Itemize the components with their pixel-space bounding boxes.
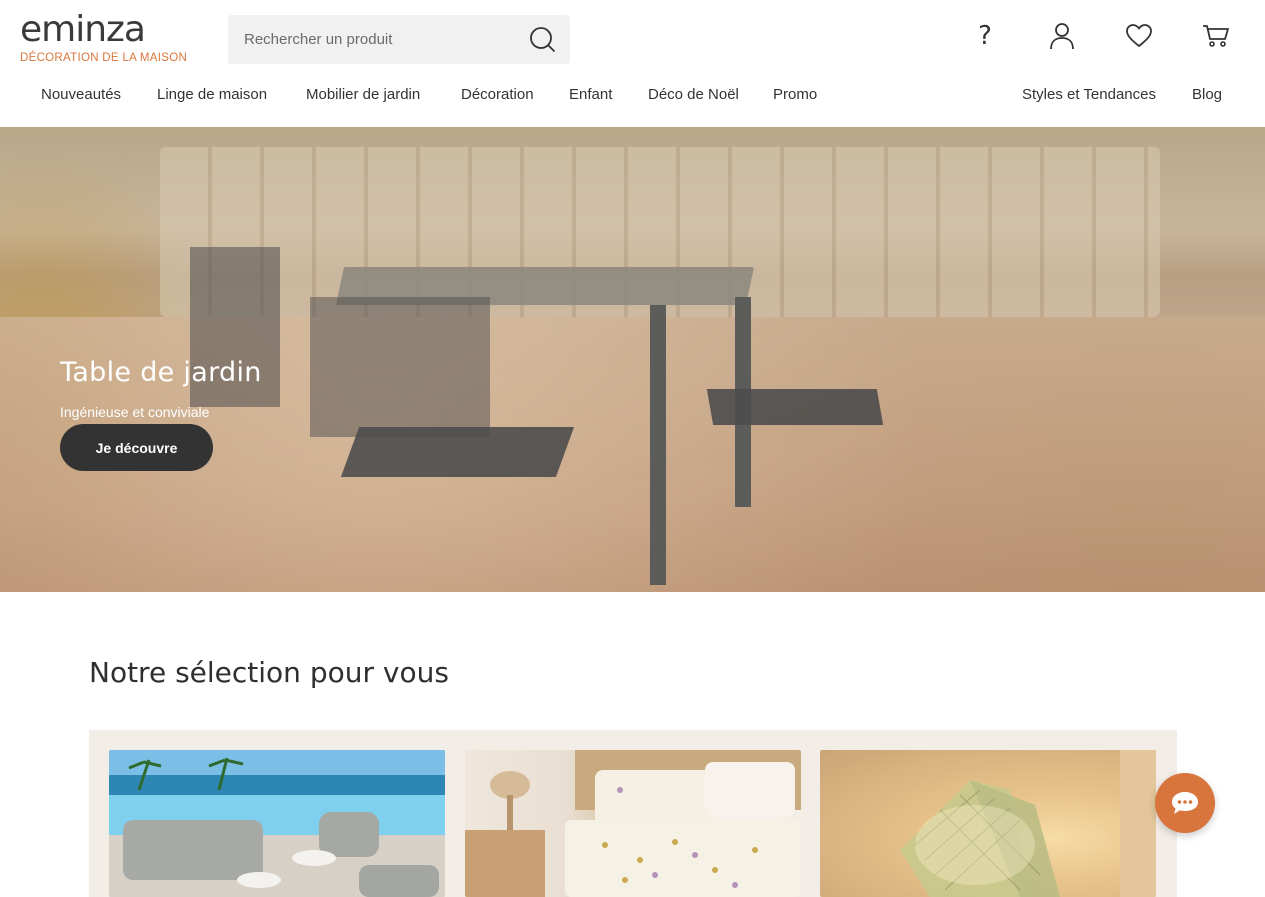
outdoor-lounge-image — [109, 750, 445, 897]
nav-item-deco-de-noel[interactable]: Déco de Noël — [648, 86, 739, 103]
heart-glyph — [1126, 24, 1152, 47]
rattan-lamp-image — [900, 750, 1156, 897]
main-nav: Nouveautés Linge de maison Mobilier de j… — [0, 86, 1265, 112]
bed-linen-image — [465, 750, 801, 897]
search-icon — [530, 27, 555, 52]
nav-item-enfant[interactable]: Enfant — [569, 86, 612, 103]
garden-table-leg — [650, 305, 666, 585]
chat-button[interactable] — [1155, 773, 1215, 833]
garden-chair — [310, 297, 490, 437]
search-bar — [228, 15, 570, 64]
wishlist-icon[interactable] — [1123, 20, 1155, 52]
logo-wordmark: eminza — [20, 9, 146, 50]
account-icon[interactable] — [1046, 20, 1078, 52]
discover-button[interactable]: Je découvre — [60, 424, 213, 471]
nav-item-decoration[interactable]: Décoration — [461, 86, 534, 103]
cart-glyph — [1203, 25, 1229, 47]
nav-item-blog[interactable]: Blog — [1192, 86, 1222, 103]
product-card-rattan-lamp[interactable] — [820, 750, 1156, 897]
search-button[interactable] — [528, 25, 558, 55]
nav-item-nouveautes[interactable]: Nouveautés — [41, 86, 121, 103]
logo[interactable]: eminza DÉCORATION DE LA MAISON — [20, 12, 190, 66]
garden-chair — [706, 389, 884, 425]
product-card-outdoor-lounge[interactable] — [109, 750, 445, 897]
hero-title: Table de jardin — [60, 357, 262, 388]
nav-item-mobilier-de-jardin[interactable]: Mobilier de jardin — [306, 86, 420, 103]
site-header: eminza DÉCORATION DE LA MAISON ? Nouve — [0, 0, 1265, 127]
user-glyph — [1050, 23, 1074, 50]
nav-item-linge-de-maison[interactable]: Linge de maison — [157, 86, 267, 103]
nav-item-styles-et-tendances[interactable]: Styles et Tendances — [1022, 86, 1156, 103]
section-title: Notre sélection pour vous — [89, 656, 449, 689]
nav-item-promo[interactable]: Promo — [773, 86, 817, 103]
product-card-bed-linen[interactable] — [465, 750, 801, 897]
selection-carousel — [89, 730, 1177, 897]
search-input[interactable] — [228, 15, 518, 64]
help-glyph: ? — [978, 21, 992, 51]
hero-banner[interactable]: Table de jardin Ingénieuse et conviviale… — [0, 127, 1265, 592]
logo-tagline: DÉCORATION DE LA MAISON — [20, 52, 188, 64]
hero-subtitle: Ingénieuse et conviviale — [60, 404, 210, 420]
cart-icon[interactable] — [1200, 20, 1232, 52]
chat-bubble-icon — [1172, 792, 1198, 814]
help-icon[interactable]: ? — [969, 20, 1001, 52]
